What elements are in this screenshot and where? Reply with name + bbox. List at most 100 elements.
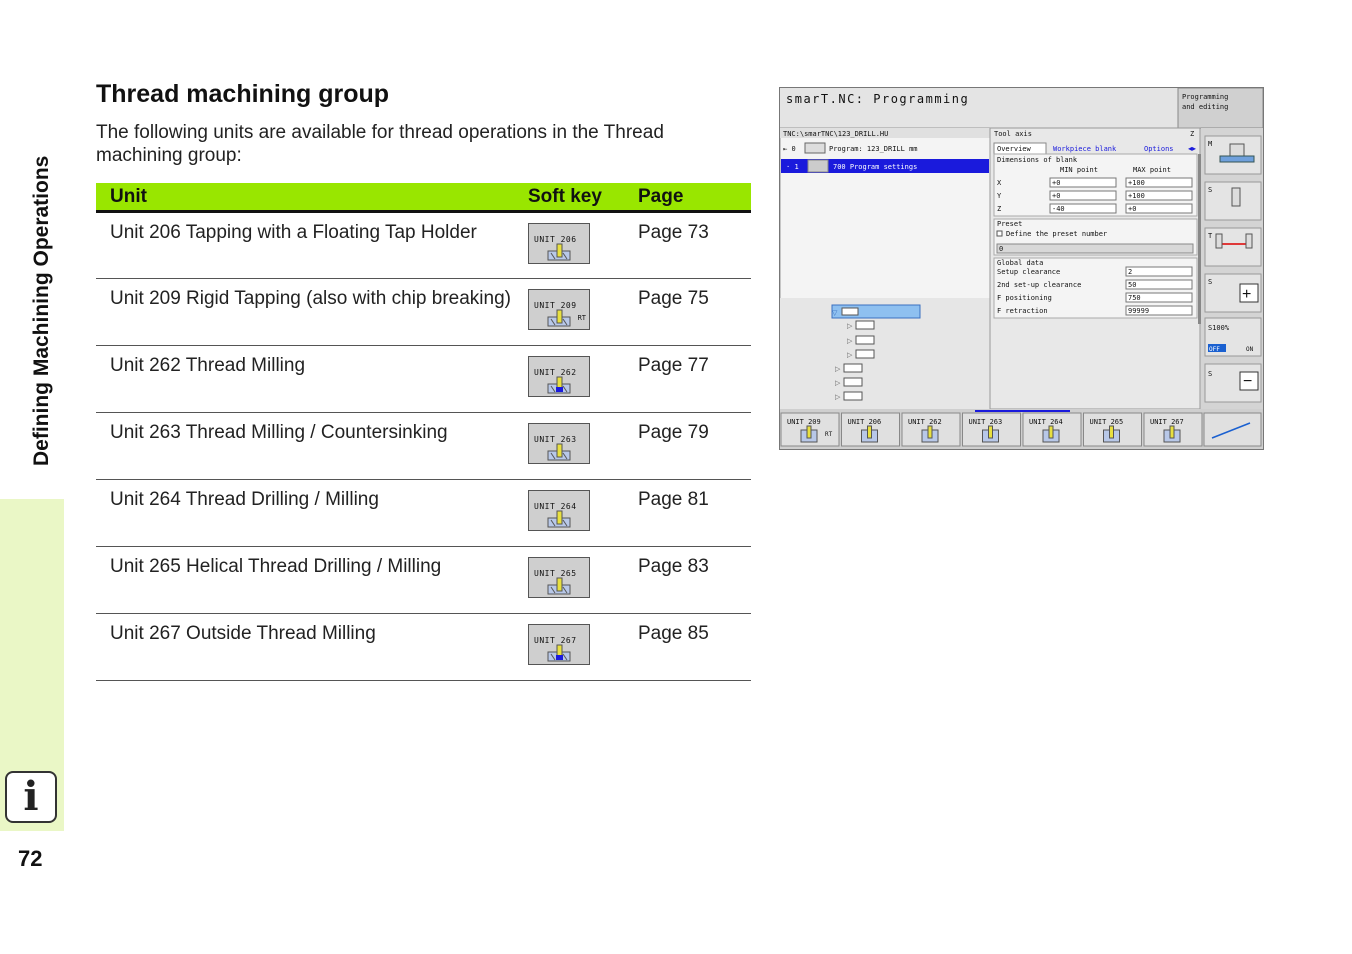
section-heading: Thread machining group xyxy=(96,80,390,108)
thread-tool-icon xyxy=(547,510,571,528)
svg-text:+: + xyxy=(1242,286,1251,303)
table-header-row: Unit Soft key Page xyxy=(96,183,751,213)
screen-softkey-label: UNIT 265 xyxy=(1090,418,1124,426)
header-page: Page xyxy=(638,183,751,213)
smartnc-screenshot: smarT.NC: Programming Programming and ed… xyxy=(779,87,1264,450)
svg-text:S: S xyxy=(1208,278,1212,286)
thread-tool-icon xyxy=(547,577,571,595)
tab-workpiece-blank[interactable]: Workpiece blank xyxy=(1053,145,1117,153)
tab-options[interactable]: Options xyxy=(1144,145,1174,153)
screen-softkey-label: UNIT 206 xyxy=(848,418,882,426)
svg-text:· 1: · 1 xyxy=(786,163,799,171)
table-row: Unit 262 Thread Milling UNIT 262 Page 77 xyxy=(96,345,751,413)
page-reference[interactable]: Page 73 xyxy=(638,211,751,279)
page-reference[interactable]: Page 85 xyxy=(638,613,751,681)
mode-line-1: Programming xyxy=(1182,93,1228,101)
softkey-icon: UNIT 265 xyxy=(528,557,590,598)
screen-softkey-3[interactable]: UNIT 262 xyxy=(901,412,961,447)
softkey-cell: UNIT 262 xyxy=(528,345,638,413)
screen-softkey-sub: RT xyxy=(825,431,833,438)
svg-text:▷: ▷ xyxy=(847,338,853,345)
blank-min-z: -40 xyxy=(1052,205,1065,213)
page-reference[interactable]: Page 81 xyxy=(638,479,751,547)
svg-text:◂▸: ◂▸ xyxy=(1188,144,1196,153)
svg-text:S: S xyxy=(1208,186,1212,194)
unit-name: Unit 264 Thread Drilling / Milling xyxy=(96,479,528,547)
page-reference[interactable]: Page 75 xyxy=(638,278,751,346)
softkey-cell: UNIT 206 xyxy=(528,211,638,279)
preset-checkbox[interactable] xyxy=(996,230,1003,237)
preset-title: Preset xyxy=(997,220,1022,228)
screen-softkey-label: UNIT 267 xyxy=(1150,418,1184,426)
unit-name: Unit 267 Outside Thread Milling xyxy=(96,613,528,681)
screen-softkey-7[interactable]: UNIT 267 xyxy=(1143,412,1203,447)
softkey-icon: UNIT 206 xyxy=(528,223,590,264)
svg-text:▷: ▷ xyxy=(835,366,841,373)
second-clearance-value: 50 xyxy=(1128,281,1136,289)
tree-item-program[interactable]: Program: 123_DRILL mm xyxy=(829,145,918,153)
blank-title: Dimensions of blank xyxy=(997,156,1078,164)
thread-tool-icon xyxy=(547,243,571,261)
tree-item-settings[interactable]: 700 Program settings xyxy=(833,163,917,171)
softkey-icon: UNIT 262 xyxy=(528,356,590,397)
file-path: TNC:\smarTNC\123_DRILL.HU xyxy=(783,130,888,138)
svg-text:S100%: S100% xyxy=(1208,324,1230,332)
page-reference[interactable]: Page 83 xyxy=(638,546,751,614)
unit-name: Unit 263 Thread Milling / Countersinking xyxy=(96,412,528,480)
intro-text: The following units are available for th… xyxy=(96,122,664,166)
softkey-cell: UNIT 209 RT xyxy=(528,278,638,346)
info-icon: i xyxy=(5,771,57,823)
table-row: Unit 265 Helical Thread Drilling / Milli… xyxy=(96,546,751,614)
screen-softkey-tool-icon xyxy=(1169,425,1175,439)
softkey-icon: UNIT 263 xyxy=(528,423,590,464)
softkey-icon: UNIT 267 xyxy=(528,624,590,665)
unit-name: Unit 206 Tapping with a Floating Tap Hol… xyxy=(96,211,528,279)
page-reference[interactable]: Page 79 xyxy=(638,412,751,480)
svg-text:MAX point: MAX point xyxy=(1133,166,1171,174)
screen-softkey-tool-icon xyxy=(1109,425,1114,439)
svg-text:▷: ▷ xyxy=(847,352,853,359)
screen-softkey-label: UNIT 263 xyxy=(969,418,1003,426)
header-unit: Unit xyxy=(96,183,528,213)
tool-axis-value: Z xyxy=(1190,130,1194,138)
chapter-title: Defining Machining Operations xyxy=(30,155,53,466)
softkey-sub: RT xyxy=(577,314,586,322)
spindle-off: OFF xyxy=(1209,346,1220,353)
screen-softkey-tool-icon xyxy=(806,425,812,439)
unit-name: Unit 209 Rigid Tapping (also with chip b… xyxy=(96,278,528,346)
softkey-cell: UNIT 263 xyxy=(528,412,638,480)
page-reference[interactable]: Page 77 xyxy=(638,345,751,413)
screen-softkey-6[interactable]: UNIT 265 xyxy=(1083,412,1142,447)
screen-softkey-4[interactable]: UNIT 263 xyxy=(962,412,1021,447)
table-row: Unit 264 Thread Drilling / Milling UNIT 2… xyxy=(96,479,751,547)
table-row: Unit 206 Tapping with a Floating Tap Hol… xyxy=(96,211,751,279)
svg-text:⇤ 0: ⇤ 0 xyxy=(783,145,796,153)
screen-softkey-label: UNIT 264 xyxy=(1029,418,1063,426)
svg-text:▷: ▷ xyxy=(847,323,853,330)
unit-name: Unit 262 Thread Milling xyxy=(96,345,528,413)
svg-text:F retraction: F retraction xyxy=(997,307,1048,315)
tab-overview[interactable]: Overview xyxy=(997,145,1032,153)
svg-text:M: M xyxy=(1208,140,1212,148)
softkey-cell: UNIT 267 xyxy=(528,613,638,681)
table-row: Unit 263 Thread Milling / Countersinking… xyxy=(96,412,751,480)
svg-text:Setup clearance: Setup clearance xyxy=(997,268,1060,276)
screen-softkey-2[interactable]: UNIT 206 xyxy=(841,412,900,447)
softkey-cell: UNIT 265 xyxy=(528,546,638,614)
softkey-cell: UNIT 264 xyxy=(528,479,638,547)
screen-softkey-tool-icon xyxy=(867,425,872,439)
spindle-on: ON xyxy=(1246,346,1254,353)
screen-softkey-1[interactable]: UNIT 209 RT xyxy=(780,412,840,447)
screen-softkey-5[interactable]: UNIT 264 xyxy=(1022,412,1082,447)
softkey-icon: UNIT 264 xyxy=(528,490,590,531)
thread-tool-icon xyxy=(547,644,571,662)
svg-text:MIN point: MIN point xyxy=(1060,166,1098,174)
svg-text:▷: ▷ xyxy=(835,394,841,401)
svg-text:2nd set-up clearance: 2nd set-up clearance xyxy=(997,281,1081,289)
unit-name: Unit 265 Helical Thread Drilling / Milli… xyxy=(96,546,528,614)
blank-min-x: +0 xyxy=(1052,179,1060,187)
tool-axis-label: Tool axis xyxy=(994,130,1032,138)
svg-text:▽: ▽ xyxy=(832,310,838,317)
f-retraction-value: 99999 xyxy=(1128,307,1149,315)
page-number: 72 xyxy=(18,846,43,871)
